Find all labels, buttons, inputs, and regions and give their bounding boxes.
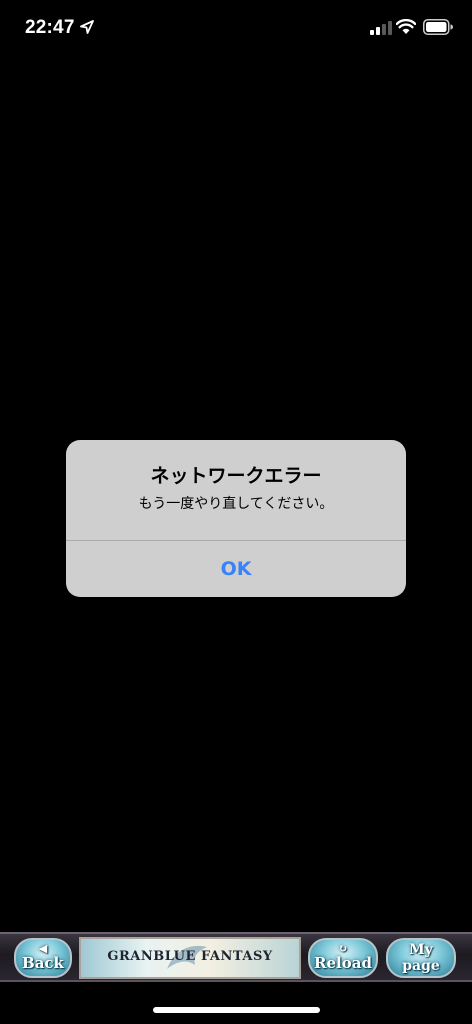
alert-title: ネットワークエラー: [150, 465, 322, 487]
back-arrow-icon: ◀: [38, 942, 48, 955]
granblue-fantasy-banner[interactable]: GRANBLUE FANTASY: [79, 937, 301, 979]
status-bar: 22:47: [0, 0, 472, 56]
game-nav-bar: ◀ Back GRANBLUE FANTASY ↻ Reload My page: [0, 932, 472, 982]
banner-logo-text: GRANBLUE FANTASY: [107, 949, 273, 964]
status-time: 22:47: [25, 17, 75, 38]
home-indicator[interactable]: [153, 1007, 320, 1013]
my-page-label-line1: My: [409, 942, 433, 958]
battery-icon: [423, 19, 453, 35]
reload-button[interactable]: ↻ Reload: [308, 938, 378, 978]
my-page-label-line2: page: [402, 958, 440, 974]
back-label: Back: [22, 954, 64, 972]
my-page-button[interactable]: My page: [386, 938, 456, 978]
cellular-signal-icon: [370, 21, 392, 35]
reload-label: Reload: [314, 954, 372, 972]
wifi-icon: [396, 19, 416, 34]
back-button[interactable]: ◀ Back: [14, 938, 72, 978]
location-arrow-icon: [80, 20, 94, 34]
reload-icon: ↻: [338, 942, 348, 955]
ok-button[interactable]: OK: [66, 541, 406, 597]
network-error-alert: ネットワークエラー もう一度やり直してください。 OK: [66, 440, 406, 597]
alert-message: もう一度やり直してください。: [138, 496, 334, 512]
